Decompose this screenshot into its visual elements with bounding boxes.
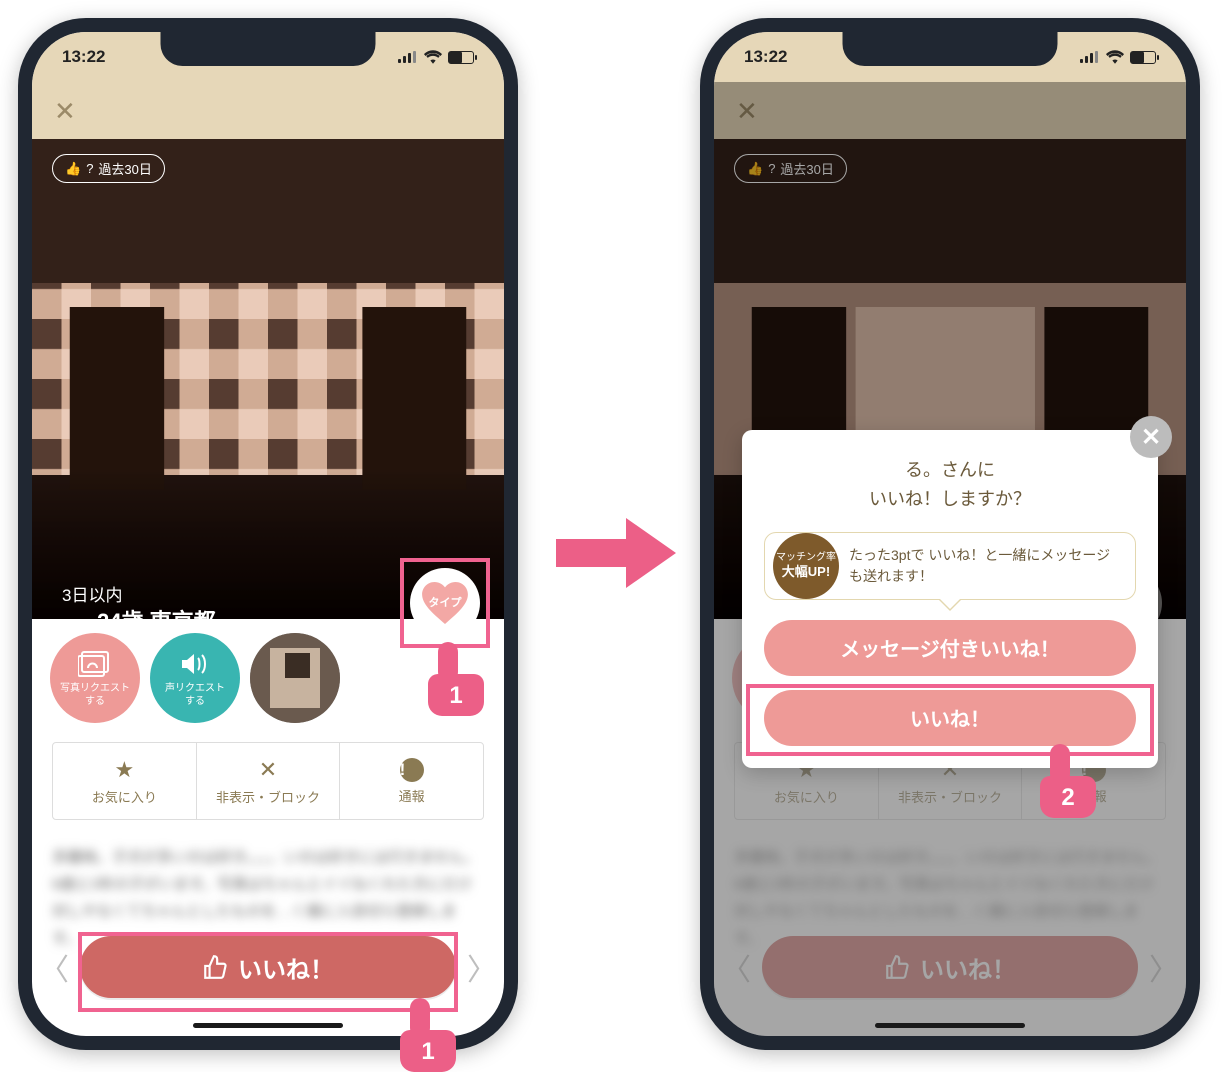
photo-request-button[interactable]: 写真リクエスト する	[50, 633, 140, 723]
like-button[interactable]: いいね！	[80, 936, 456, 998]
status-time: 13:22	[62, 47, 105, 67]
prev-profile-button[interactable]: 〈	[32, 945, 76, 989]
status-indicators	[398, 50, 474, 64]
hide-block-button[interactable]: ✕ 非表示・ブロック	[197, 743, 341, 819]
thumb-icon: 👍	[65, 161, 81, 177]
likes-30day-badge[interactable]: 👍 ? 過去30日	[52, 154, 165, 183]
annotation-hand-1a: 1	[428, 642, 484, 716]
sub-photo-thumbnail[interactable]	[250, 633, 340, 723]
age-location-label: 24歳 東京都	[97, 604, 216, 636]
home-indicator	[193, 1023, 343, 1028]
battery-icon	[448, 51, 474, 64]
header-bar: ✕	[32, 82, 504, 139]
screen-step1: 13:22 ✕ 👍 ?	[32, 32, 504, 1036]
screen-step2: 13:22 ✕ 👍 ? 過去30日	[714, 32, 1186, 1036]
wifi-icon	[1106, 50, 1124, 64]
notch	[161, 32, 376, 66]
status-indicators	[1080, 50, 1156, 64]
like-bar: 〈 いいね！ 〉	[32, 926, 504, 1008]
close-icon[interactable]: ✕	[54, 96, 76, 127]
profile-photo[interactable]	[32, 139, 504, 619]
annotation-hand-1b: 1	[400, 998, 456, 1072]
wifi-icon	[424, 50, 442, 64]
signal-icon	[1080, 51, 1100, 63]
thumbs-up-icon	[202, 954, 228, 980]
star-icon: ★	[114, 757, 134, 783]
next-profile-button[interactable]: 〉	[460, 945, 504, 989]
matching-rate-badge: マッチング率大幅UP!	[773, 533, 839, 599]
action-segment: ★ お気に入り ✕ 非表示・ブロック ! 通報	[52, 742, 484, 820]
popup-close-button[interactable]: ✕	[1130, 416, 1172, 458]
home-indicator	[875, 1023, 1025, 1028]
message-like-button[interactable]: メッセージ付きいいね！	[764, 620, 1136, 676]
notch	[843, 32, 1058, 66]
step-arrow-icon	[556, 514, 676, 592]
alert-icon: !	[400, 758, 424, 782]
report-button[interactable]: ! 通報	[340, 743, 483, 819]
phone-frame-step1: 13:22 ✕ 👍 ?	[18, 18, 518, 1050]
voice-request-button[interactable]: 声リクエスト する	[150, 633, 240, 723]
battery-icon	[1130, 51, 1156, 64]
type-button[interactable]: タイプ	[410, 568, 480, 638]
like-confirm-popup: ✕ る。さんに いいね！しますか？ マッチング率大幅UP! たった3ptで いい…	[742, 430, 1158, 768]
promo-balloon: マッチング率大幅UP! たった3ptで いいね！と一緒にメッセージも送れます！	[764, 532, 1136, 600]
last-active-label: 3日以内	[62, 581, 122, 606]
signal-icon	[398, 51, 418, 63]
photo-request-icon	[78, 648, 112, 680]
popup-like-button[interactable]: いいね！	[764, 690, 1136, 746]
heart-icon: タイプ	[422, 582, 468, 624]
popup-title: る。さんに いいね！しますか？	[764, 456, 1136, 514]
annotation-hand-2: 2	[1040, 744, 1096, 818]
x-icon: ✕	[259, 757, 277, 783]
status-time: 13:22	[744, 47, 787, 67]
phone-frame-step2: 13:22 ✕ 👍 ? 過去30日	[700, 18, 1200, 1050]
close-icon: ✕	[1141, 423, 1161, 452]
voice-request-icon	[178, 648, 212, 680]
favorite-button[interactable]: ★ お気に入り	[53, 743, 197, 819]
